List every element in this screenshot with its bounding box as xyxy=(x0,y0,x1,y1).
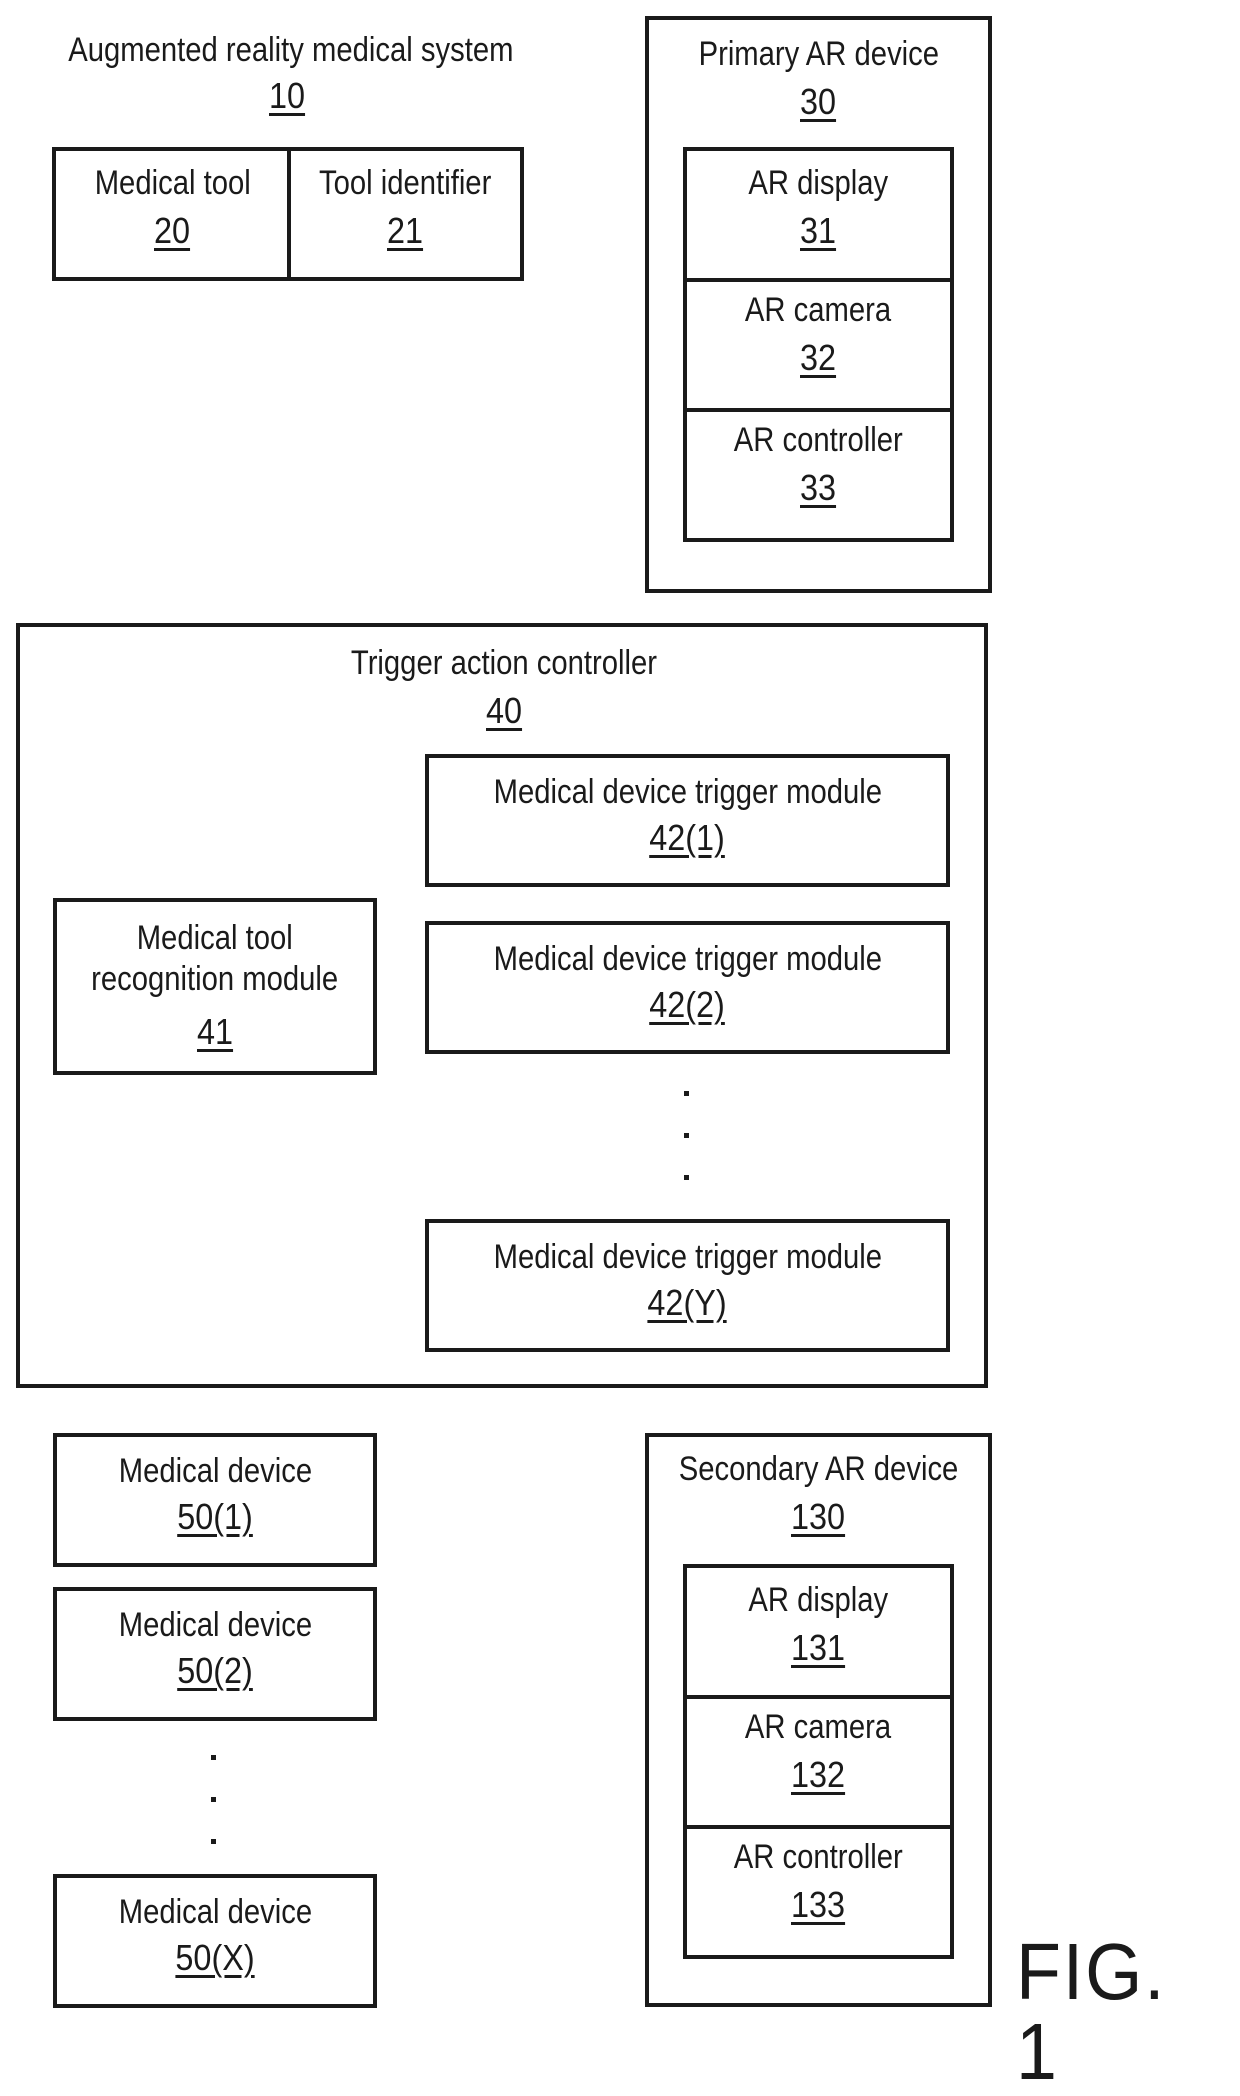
trigger-module-y-ref: 42(Y) xyxy=(647,1282,728,1323)
tool-identifier-label: Tool identifier xyxy=(291,163,520,203)
trigger-controller-ref: 40 xyxy=(20,691,988,731)
primary-ar-device: Primary AR device 30 AR display 31 AR ca… xyxy=(645,16,992,593)
ellipsis-dot xyxy=(211,1755,216,1760)
medical-device-x: Medical device 50(X) xyxy=(53,1874,377,2008)
medical-tool-cell: Medical tool 20 xyxy=(56,151,289,277)
trigger-module-2: Medical device trigger module 42(2) xyxy=(425,921,950,1054)
trigger-controller-title-text: Trigger action controller xyxy=(350,644,658,682)
medical-device-2-label: Medical device xyxy=(118,1606,312,1644)
secondary-ar-display: AR display 131 xyxy=(687,1568,950,1695)
trigger-module-y: Medical device trigger module 42(Y) xyxy=(425,1219,950,1352)
system-title-text: Augmented reality medical system xyxy=(68,31,514,69)
recognition-module-label-line1: Medical tool xyxy=(136,919,294,957)
medical-tool-ref-number: 20 xyxy=(154,210,191,251)
secondary-ar-title-text: Secondary AR device xyxy=(678,1450,959,1488)
tool-identifier-cell: Tool identifier 21 xyxy=(291,151,520,277)
primary-ar-ref-number: 30 xyxy=(800,81,837,122)
medical-device-2-ref: 50(2) xyxy=(177,1650,253,1691)
secondary-ar-controller-label: AR controller xyxy=(733,1838,903,1876)
primary-ar-display-label: AR display xyxy=(748,164,889,202)
primary-ar-camera-label: AR camera xyxy=(745,291,892,329)
medical-tool-box: Medical tool 20 Tool identifier 21 xyxy=(52,147,524,281)
secondary-ar-camera: AR camera 132 xyxy=(687,1699,950,1825)
trigger-controller-title: Trigger action controller xyxy=(20,643,988,683)
primary-ar-controller: AR controller 33 xyxy=(687,412,950,538)
medical-device-1-label: Medical device xyxy=(118,1452,312,1490)
primary-ar-camera: AR camera 32 xyxy=(687,282,950,408)
medical-tool-label-text: Medical tool xyxy=(94,164,251,202)
primary-ar-components: AR display 31 AR camera 32 AR controller… xyxy=(683,147,954,542)
secondary-ar-controller-ref: 133 xyxy=(791,1884,846,1925)
figure-label: FIG. 1 xyxy=(1016,1927,1167,2096)
medical-device-1: Medical device 50(1) xyxy=(53,1433,377,1567)
primary-ar-controller-label: AR controller xyxy=(733,421,903,459)
trigger-module-1: Medical device trigger module 42(1) xyxy=(425,754,950,887)
recognition-module-ref: 41 xyxy=(196,1011,234,1052)
medical-device-x-label: Medical device xyxy=(118,1893,312,1931)
secondary-ar-controller: AR controller 133 xyxy=(687,1829,950,1955)
secondary-ar-components: AR display 131 AR camera 132 AR controll… xyxy=(683,1564,954,1959)
tool-identifier-label-text: Tool identifier xyxy=(319,164,492,202)
ellipsis-dot xyxy=(211,1797,216,1802)
trigger-module-y-label: Medical device trigger module xyxy=(493,1238,882,1276)
secondary-ar-camera-ref: 132 xyxy=(791,1754,846,1795)
ellipsis-dot xyxy=(684,1091,689,1096)
ellipsis-dot xyxy=(684,1175,689,1180)
secondary-ar-camera-label: AR camera xyxy=(745,1708,892,1746)
trigger-controller-ref-number: 40 xyxy=(485,690,523,731)
medical-device-1-ref: 50(1) xyxy=(177,1496,253,1537)
primary-ar-camera-ref: 32 xyxy=(800,337,837,378)
system-ref-number: 10 xyxy=(268,75,306,116)
secondary-ar-device: Secondary AR device 130 AR display 131 A… xyxy=(645,1433,992,2007)
primary-ar-title: Primary AR device xyxy=(649,34,988,74)
medical-device-x-ref: 50(X) xyxy=(175,1937,255,1978)
trigger-module-2-ref: 42(2) xyxy=(649,984,726,1025)
trigger-module-1-label: Medical device trigger module xyxy=(493,773,882,811)
system-ref: 10 xyxy=(32,76,542,116)
trigger-module-1-ref: 42(1) xyxy=(649,817,726,858)
medical-tool-label: Medical tool xyxy=(56,163,289,203)
primary-ar-title-text: Primary AR device xyxy=(698,35,939,73)
tool-identifier-ref: 21 xyxy=(291,211,520,251)
medical-device-2: Medical device 50(2) xyxy=(53,1587,377,1721)
secondary-ar-display-ref: 131 xyxy=(791,1627,846,1668)
ellipsis-dot xyxy=(684,1133,689,1138)
medical-tool-ref: 20 xyxy=(56,211,289,251)
tool-identifier-ref-number: 21 xyxy=(387,210,424,251)
primary-ar-ref: 30 xyxy=(649,82,988,122)
primary-ar-controller-ref: 33 xyxy=(800,467,837,508)
secondary-ar-display-label: AR display xyxy=(748,1581,889,1619)
primary-ar-display: AR display 31 xyxy=(687,151,950,278)
secondary-ar-title: Secondary AR device xyxy=(649,1449,988,1489)
trigger-module-2-label: Medical device trigger module xyxy=(493,940,882,978)
secondary-ar-ref-number: 130 xyxy=(791,1496,846,1537)
system-title: Augmented reality medical system xyxy=(32,30,542,70)
secondary-ar-ref: 130 xyxy=(649,1497,988,1537)
medical-tool-recognition-module: Medical tool recognition module 41 xyxy=(53,898,377,1075)
ellipsis-dot xyxy=(211,1839,216,1844)
recognition-module-label-line2: recognition module xyxy=(91,960,339,998)
primary-ar-display-ref: 31 xyxy=(800,210,837,251)
